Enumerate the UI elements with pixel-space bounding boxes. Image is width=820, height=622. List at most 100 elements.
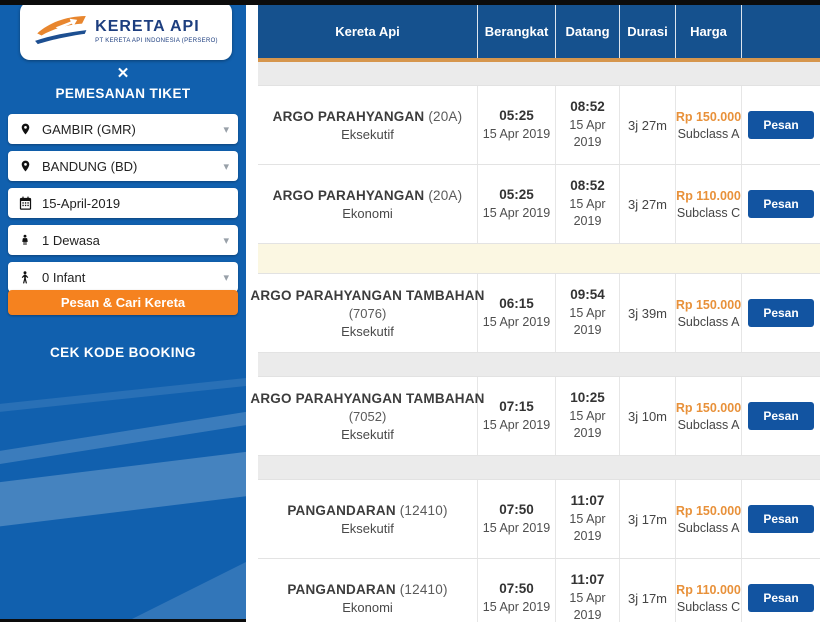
price-cell: Rp 150.000 Subclass A: [676, 86, 742, 164]
field-depart-date[interactable]: 15-April-2019: [8, 188, 238, 218]
separator-band: [258, 456, 820, 480]
depart-date: 15 Apr 2019: [483, 126, 550, 143]
chevron-down-icon: ▾: [223, 160, 229, 173]
separator-band: [258, 62, 820, 86]
location-pin-icon: [17, 121, 33, 137]
adult-icon: [17, 232, 33, 248]
arrive-date: 15 Apr 2019: [565, 590, 611, 622]
table-row: ARGO PARAHYANGAN TAMBAHAN(7052)Eksekutif…: [258, 377, 820, 456]
search-trains-button[interactable]: Pesan & Cari Kereta: [8, 290, 238, 315]
price: Rp 150.000: [676, 401, 741, 415]
depart-time: 07:50: [499, 581, 534, 596]
arrive-cell: 08:52 15 Apr 2019: [556, 86, 620, 164]
booking-form-fields: GAMBIR (GMR) ▾ BANDUNG (BD) ▾ 15-April-2019 1…: [8, 114, 238, 292]
depart-date: 15 Apr 2019: [483, 205, 550, 222]
subclass: Subclass A: [678, 315, 740, 329]
duration-cell: 3j 39m: [620, 274, 676, 352]
field-value: 0 Infant: [42, 270, 214, 285]
depart-date: 15 Apr 2019: [483, 520, 550, 537]
price-cell: Rp 150.000Subclass A: [676, 480, 742, 558]
header-cell-berangkat: Berangkat: [478, 5, 556, 58]
train-name: ARGO PARAHYANGAN (20A): [273, 109, 463, 124]
location-pin-icon: [17, 158, 33, 174]
train-cell: PANGANDARAN (12410) Eksekutif: [258, 480, 478, 558]
field-infant-count[interactable]: 0 Infant ▾: [8, 262, 238, 292]
arrive-date: 15 Apr 2019: [565, 117, 611, 151]
depart-cell: 07:5015 Apr 2019: [478, 480, 556, 558]
arrive-date: 15 Apr 2019: [565, 196, 611, 230]
arrive-date: 15 Apr 2019: [565, 511, 611, 545]
price-cell: Rp 150.000Subclass A: [676, 377, 742, 455]
subclass: Subclass C: [677, 206, 740, 220]
duration: 3j 10m: [628, 409, 667, 424]
arrive-time: 08:52: [570, 99, 605, 114]
train-code: (20A): [424, 109, 462, 124]
depart-time: 05:25: [499, 187, 534, 202]
train-class: Ekonomi: [342, 206, 393, 221]
chevron-down-icon: ▾: [223, 271, 229, 284]
depart-time: 06:15: [499, 296, 534, 311]
depart-date: 15 Apr 2019: [483, 599, 550, 616]
close-icon[interactable]: ✕: [117, 64, 130, 82]
pesan-button[interactable]: Pesan: [748, 402, 813, 430]
header-cell-harga: Harga: [676, 5, 742, 58]
price: Rp 110.000: [676, 189, 741, 203]
arrive-cell: 10:2515 Apr 2019: [556, 377, 620, 455]
field-value: GAMBIR (GMR): [42, 122, 214, 137]
infant-icon: [17, 270, 33, 285]
sidebar-decoration: [126, 562, 246, 622]
pesan-button[interactable]: Pesan: [748, 190, 813, 218]
field-origin-station[interactable]: GAMBIR (GMR) ▾: [8, 114, 238, 144]
header-cell-kereta-api: Kereta Api: [258, 5, 478, 58]
train-code: (12410): [396, 503, 448, 518]
table-body: ARGO PARAHYANGAN (20A) Eksekutif 05:25 15 A…: [258, 62, 820, 622]
depart-time: 07:15: [499, 399, 534, 414]
action-cell: Pesan: [742, 165, 820, 243]
train-code: (7052): [349, 409, 387, 424]
separator-band: [258, 353, 820, 377]
train-class: Ekonomi: [342, 600, 393, 615]
train-name: PANGANDARAN (12410): [287, 503, 447, 518]
arrive-time: 10:25: [570, 390, 605, 405]
check-booking-code-link[interactable]: CEK KODE BOOKING: [0, 345, 246, 360]
subclass: Subclass A: [678, 127, 740, 141]
price: Rp 150.000: [676, 110, 741, 124]
depart-date: 15 Apr 2019: [483, 417, 550, 434]
train-code: (7076): [349, 306, 387, 321]
duration-cell: 3j 10m: [620, 377, 676, 455]
close-row: ✕: [0, 64, 246, 83]
schedule-table: Kereta ApiBerangkatDatangDurasiHarga ARG…: [258, 5, 820, 622]
top-edge-strip: [0, 0, 820, 5]
pesan-button[interactable]: Pesan: [748, 299, 813, 327]
arrive-cell: 09:5415 Apr 2019: [556, 274, 620, 352]
table-header: Kereta ApiBerangkatDatangDurasiHarga: [258, 5, 820, 58]
pesan-button[interactable]: Pesan: [748, 111, 813, 139]
header-cell-datang: Datang: [556, 5, 620, 58]
pesan-button[interactable]: Pesan: [748, 584, 813, 612]
arrive-time: 09:54: [570, 287, 605, 302]
brand-subtitle: PT KERETA API INDONESIA (PERSERO): [95, 38, 218, 44]
price-cell: Rp 110.000Subclass C: [676, 559, 742, 622]
chevron-down-icon: ▾: [223, 123, 229, 136]
pesan-button[interactable]: Pesan: [748, 505, 813, 533]
field-value: 1 Dewasa: [42, 233, 214, 248]
chevron-down-icon: ▾: [223, 234, 229, 247]
arrive-time: 08:52: [570, 178, 605, 193]
price: Rp 150.000: [676, 298, 741, 312]
field-value: BANDUNG (BD): [42, 159, 214, 174]
train-name: ARGO PARAHYANGAN TAMBAHAN: [250, 288, 484, 303]
table-row: ARGO PARAHYANGAN TAMBAHAN(7076)Eksekutif…: [258, 274, 820, 353]
train-cell: ARGO PARAHYANGAN (20A) Eksekutif: [258, 86, 478, 164]
brand-text: KERETA API PT KERETA API INDONESIA (PERS…: [95, 18, 218, 44]
duration: 3j 17m: [628, 512, 667, 527]
action-cell: Pesan: [742, 480, 820, 558]
field-adult-count[interactable]: 1 Dewasa ▾: [8, 225, 238, 255]
train-class: Eksekutif: [341, 521, 394, 536]
action-cell: Pesan: [742, 86, 820, 164]
duration: 3j 39m: [628, 306, 667, 321]
train-class: Eksekutif: [341, 127, 394, 142]
action-cell: Pesan: [742, 559, 820, 622]
field-destination-station[interactable]: BANDUNG (BD) ▾: [8, 151, 238, 181]
arrive-cell: 11:0715 Apr 2019: [556, 480, 620, 558]
price: Rp 150.000: [676, 504, 741, 518]
